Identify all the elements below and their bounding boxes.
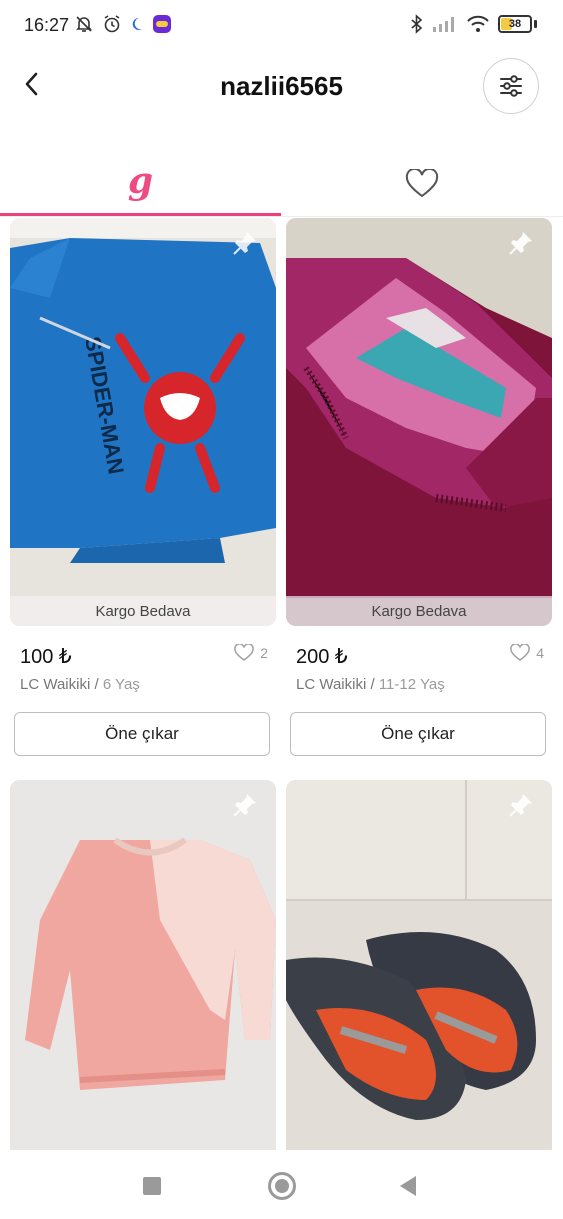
alarm-icon — [104, 15, 120, 33]
heart-outline-icon — [234, 644, 255, 661]
pin-icon[interactable] — [508, 792, 534, 818]
promote-button[interactable]: Öne çıkar — [290, 712, 546, 756]
filter-button[interactable] — [483, 58, 539, 114]
tab-closet[interactable]: g — [0, 150, 281, 218]
free-shipping-badge: Kargo Bedava — [10, 596, 276, 626]
product-size: 6 Yaş — [102, 676, 140, 693]
product-image[interactable]: SPIDER-MAN Kargo Bedava — [10, 218, 276, 626]
product-meta: LC Waikiki / 6 Yaş — [10, 676, 276, 698]
like-button[interactable]: 2 — [234, 644, 268, 662]
system-nav-bar — [0, 1150, 563, 1219]
battery-level: 38 — [508, 18, 522, 30]
product-meta: LC Waikiki / 11-12 Yaş — [286, 676, 552, 698]
like-count: 4 — [536, 645, 544, 661]
battery-cap — [534, 20, 537, 28]
status-right-icons: 38 — [410, 14, 537, 34]
product-image[interactable] — [286, 780, 552, 1150]
tab-likes[interactable] — [281, 150, 562, 218]
status-time: 16:27 — [24, 15, 70, 35]
product-card[interactable] — [286, 780, 552, 1150]
recents-square-icon[interactable] — [143, 1177, 161, 1195]
meta-separator: / — [366, 676, 379, 693]
filter-sliders-icon — [500, 75, 522, 97]
product-card[interactable] — [10, 780, 276, 1150]
product-brand: LC Waikiki — [20, 676, 91, 693]
product-photo-pink-sweatshirt — [10, 780, 276, 1150]
moon-icon — [132, 17, 142, 30]
product-image[interactable] — [10, 780, 276, 1150]
home-circle-inner — [275, 1179, 289, 1193]
header: nazlii6565 — [0, 50, 563, 120]
heart-outline-icon — [510, 644, 531, 661]
product-brand: LC Waikiki — [296, 676, 367, 693]
battery-icon: 38 — [498, 15, 532, 33]
product-price: 100 ₺ — [20, 646, 72, 668]
bluetooth-icon — [411, 14, 423, 34]
product-photo-blue-spiderman-sweatshirt: SPIDER-MAN — [10, 218, 276, 626]
free-shipping-badge: Kargo Bedava — [286, 596, 552, 626]
product-size: 11-12 Yaş — [378, 676, 445, 693]
closet-logo-icon: g — [127, 160, 154, 202]
back-triangle-icon[interactable] — [400, 1176, 416, 1196]
product-price: 200 ₺ — [296, 646, 348, 668]
app-badge-icon — [153, 15, 171, 33]
pin-icon[interactable] — [508, 230, 534, 256]
profile-tabs: g — [0, 150, 563, 218]
home-circle-icon[interactable] — [268, 1172, 296, 1200]
product-grid: SPIDER-MAN Kargo Bedava 100 ₺ 2 LC Waiki… — [0, 218, 563, 1150]
status-left-icons — [74, 14, 172, 34]
pin-icon[interactable] — [232, 792, 258, 818]
status-bar: 16:27 38 — [0, 0, 563, 50]
tab-divider — [0, 216, 563, 217]
like-button[interactable]: 4 — [510, 644, 544, 662]
product-image[interactable]: Kargo Bedava — [286, 218, 552, 626]
meta-separator: / — [90, 676, 103, 693]
price-row: 200 ₺ 4 — [286, 636, 552, 676]
page-title: nazlii6565 — [220, 71, 343, 101]
product-photo-burgundy-patterned-sweatshirt — [286, 218, 552, 626]
heart-outline-icon — [405, 169, 438, 198]
wifi-icon — [467, 15, 489, 32]
mute-bell-icon — [76, 16, 92, 32]
price-row: 100 ₺ 2 — [10, 636, 276, 676]
product-card[interactable]: SPIDER-MAN Kargo Bedava 100 ₺ 2 LC Waiki… — [10, 218, 276, 756]
promote-button[interactable]: Öne çıkar — [14, 712, 270, 756]
product-photo-slippers — [286, 780, 552, 1150]
product-card[interactable]: Kargo Bedava 200 ₺ 4 LC Waikiki / 11-12 … — [286, 218, 552, 756]
signal-icon — [433, 17, 454, 32]
like-count: 2 — [260, 645, 268, 661]
pin-icon[interactable] — [232, 230, 258, 256]
